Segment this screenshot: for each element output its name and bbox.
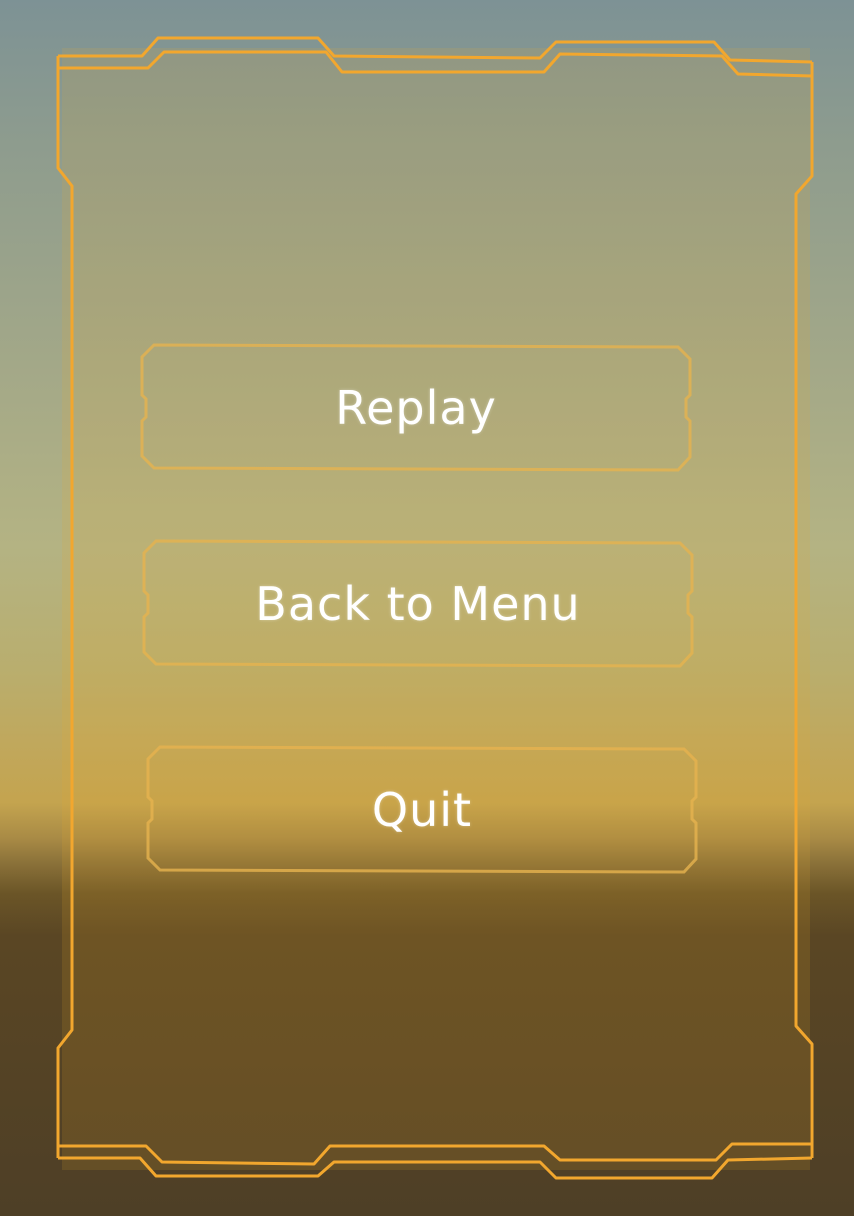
replay-button-label: Replay: [335, 380, 497, 435]
back-to-menu-button-label: Back to Menu: [255, 576, 581, 631]
quit-button[interactable]: Quit: [146, 745, 698, 874]
quit-button-label: Quit: [371, 782, 473, 837]
replay-button[interactable]: Replay: [140, 343, 692, 472]
back-to-menu-button[interactable]: Back to Menu: [142, 539, 694, 668]
